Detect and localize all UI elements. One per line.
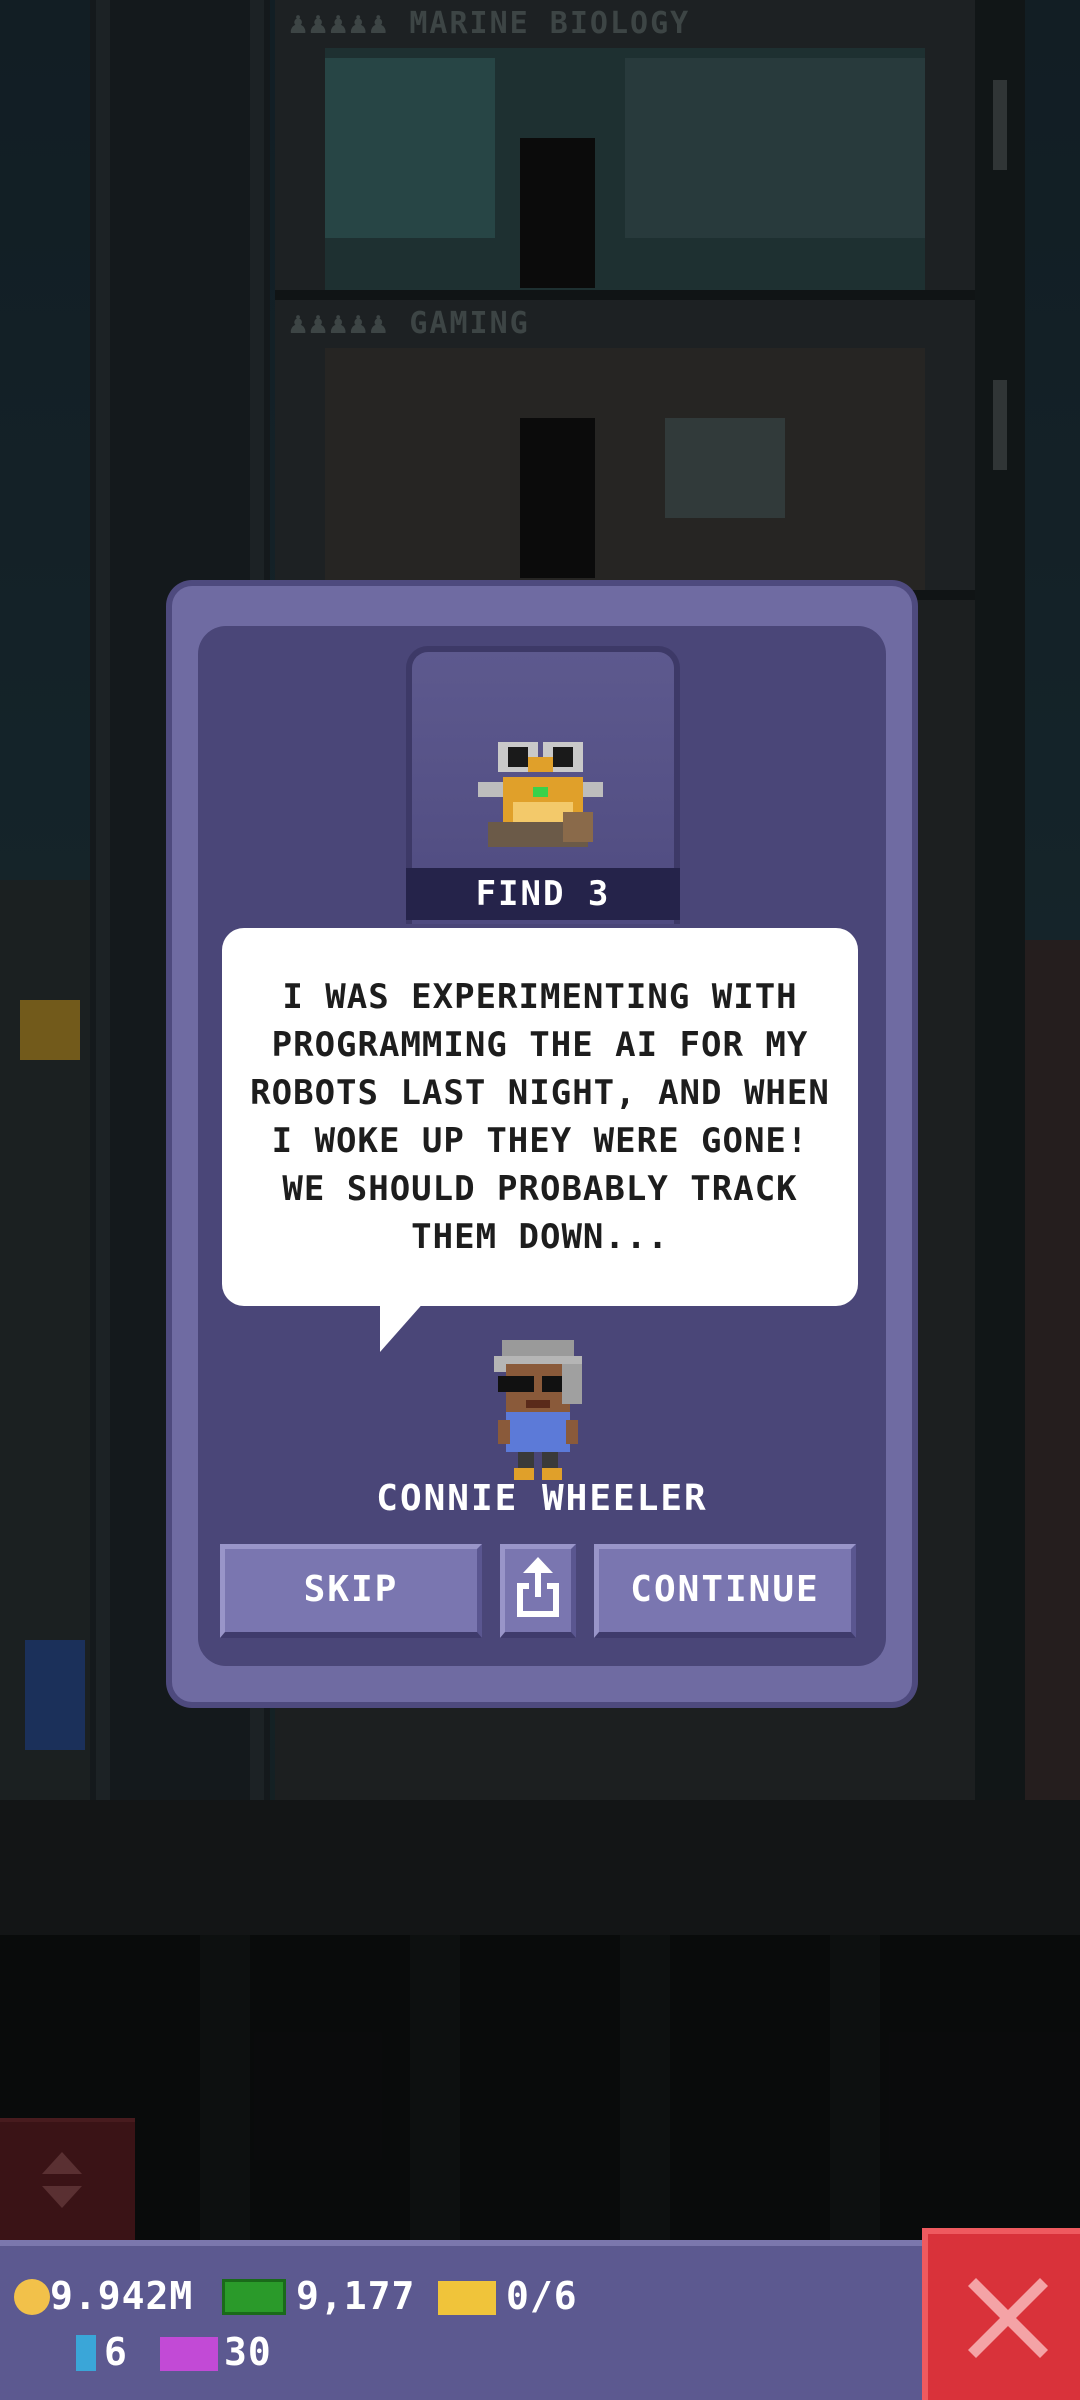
share-icon	[517, 1557, 559, 1617]
continue-button[interactable]: CONTINUE	[594, 1544, 856, 1638]
speaker-avatar	[486, 1340, 590, 1480]
tickets-display[interactable]: 0/6	[438, 2274, 578, 2318]
robot-icon	[478, 742, 603, 847]
bux-display[interactable]: 9,177	[222, 2274, 415, 2318]
vip-ticket-icon	[160, 2337, 218, 2371]
key-icon	[76, 2335, 96, 2371]
quest-label: FIND 3	[406, 868, 680, 920]
resource-bar: 9.942M 9,177 0/6 6 30	[0, 2240, 930, 2400]
close-button[interactable]	[922, 2228, 1080, 2400]
coins-display[interactable]: 9.942M	[14, 2274, 193, 2318]
share-button[interactable]	[500, 1544, 576, 1638]
close-icon	[968, 2278, 1048, 2358]
speaker-name: CONNIE WHEELER	[376, 1478, 708, 1519]
skip-button[interactable]: SKIP	[220, 1544, 482, 1638]
bux-icon	[222, 2279, 286, 2315]
ticket-icon	[438, 2281, 496, 2315]
dialog-message: I WAS EXPERIMENTING WITH PROGRAMMING THE…	[250, 977, 830, 1257]
keys-value: 6	[104, 2330, 128, 2374]
coin-icon	[14, 2279, 50, 2315]
speech-bubble: I WAS EXPERIMENTING WITH PROGRAMMING THE…	[222, 928, 858, 1306]
keys-display[interactable]: 6	[76, 2330, 128, 2374]
coins-value: 9.942M	[50, 2274, 194, 2318]
avatar-icon	[494, 1340, 582, 1480]
vip-value: 30	[224, 2330, 272, 2374]
speech-bubble-tail	[380, 1300, 426, 1352]
vip-display[interactable]: 30	[160, 2330, 272, 2374]
tickets-value: 0/6	[506, 2274, 578, 2318]
bux-value: 9,177	[296, 2274, 416, 2318]
